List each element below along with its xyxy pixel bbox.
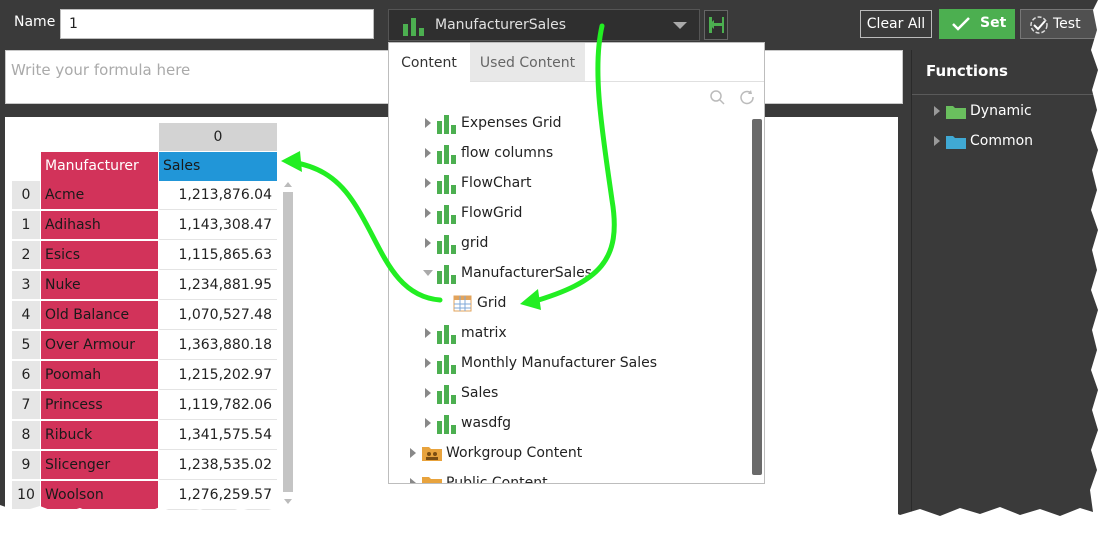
torn-edge-border [0,0,1113,543]
